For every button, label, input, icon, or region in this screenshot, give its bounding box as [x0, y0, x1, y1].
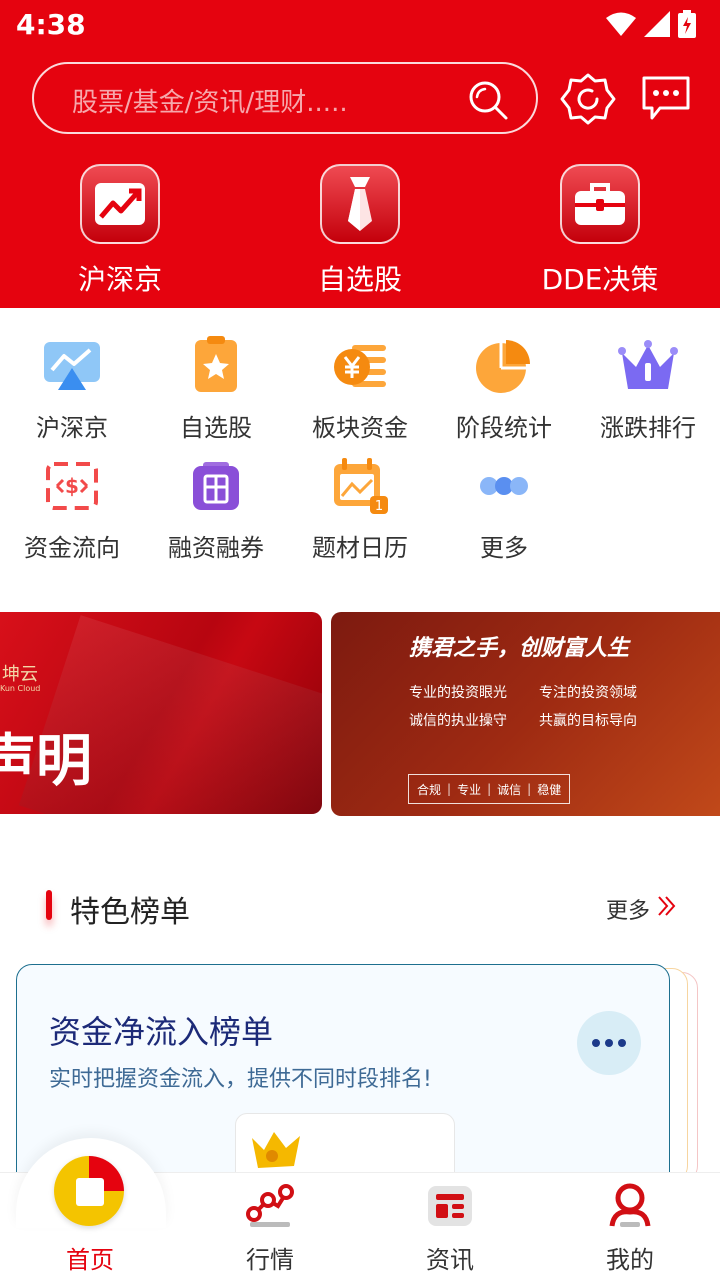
line-chart-icon — [42, 336, 102, 396]
grid-item-ranking[interactable]: 涨跌排行 — [576, 336, 720, 443]
grid-label: 涨跌排行 — [600, 414, 696, 442]
top-nav-label: 自选股 — [317, 263, 402, 296]
section-accent-bar — [46, 890, 52, 920]
banner-slogan-line: 专注的投资领域 — [539, 685, 637, 701]
search-placeholder: 股票/基金/资讯/理财..... — [72, 88, 348, 118]
status-bar: 4:38 — [0, 0, 720, 50]
money-flow-icon: $ — [42, 456, 102, 516]
banner-tag: 稳健 — [537, 782, 562, 797]
message-icon[interactable] — [640, 74, 692, 122]
margin-icon — [186, 456, 246, 516]
grid-label: 题材日历 — [312, 534, 408, 562]
banner-slogan-line: 共赢的目标导向 — [539, 713, 637, 729]
tab-mine-label: 我的 — [606, 1246, 654, 1274]
signal-icon — [644, 11, 670, 37]
grid-item-more[interactable]: 更多 — [432, 456, 576, 563]
banner-tag: 专业 — [457, 782, 482, 797]
tab-home-label: 首页 — [66, 1246, 114, 1274]
tie-icon — [320, 164, 400, 244]
wifi-icon — [606, 12, 636, 36]
banner-slogan[interactable]: 携君之手，创财富人生 专业的投资眼光 专注的投资领域 诚信的执业操守 共赢的目标… — [331, 612, 720, 816]
grid-label: 沪深京 — [36, 414, 108, 442]
banner-title: 声明 — [0, 728, 92, 794]
top-nav-label: 沪深京 — [77, 263, 162, 296]
tab-mine[interactable]: 我的 — [540, 1172, 720, 1280]
banner-tag: 合规 — [417, 782, 442, 797]
grid-label: 自选股 — [180, 414, 252, 442]
grid-item-hushenjing[interactable]: 沪深京 — [0, 336, 144, 443]
banner-slogan-line: 诚信的执业操守 — [409, 713, 507, 729]
card-more-button[interactable] — [577, 1011, 641, 1075]
grid-label: 融资融券 — [168, 534, 264, 562]
banner-tag: 诚信 — [497, 782, 522, 797]
grid-item-money-flow[interactable]: $ 资金流向 — [0, 456, 144, 563]
banner-brand-en: Kun Cloud — [0, 684, 41, 693]
double-chevron-right-icon[interactable] — [656, 894, 676, 918]
crown-icon — [618, 336, 678, 396]
card-subtitle: 实时把握资金流入，提供不同时段排名! — [49, 1067, 432, 1092]
chart-up-icon — [80, 164, 160, 244]
dot — [605, 1039, 613, 1047]
grid-label: 更多 — [480, 534, 528, 562]
grid-label: 资金流向 — [24, 534, 120, 562]
user-icon — [609, 1183, 651, 1227]
status-time: 4:38 — [16, 8, 86, 41]
top-nav-watchlist[interactable]: 自选股 — [280, 164, 440, 298]
grid-item-margin[interactable]: 融资融券 — [144, 456, 288, 563]
grid-label: 阶段统计 — [456, 414, 552, 442]
calendar-icon: 1 — [330, 456, 390, 516]
briefcase-icon — [560, 164, 640, 244]
tab-news[interactable]: 资讯 — [360, 1172, 540, 1280]
banner-tags: 合规 | 专业 | 诚信 | 稳健 — [408, 774, 571, 804]
battery-icon — [678, 10, 696, 38]
grid-item-watchlist[interactable]: 自选股 — [144, 336, 288, 443]
svg-text:1: 1 — [375, 499, 383, 514]
pie-chart-icon — [474, 336, 534, 396]
banner-slogan-title: 携君之手，创财富人生 — [409, 636, 630, 661]
news-icon — [428, 1186, 472, 1226]
market-icon — [246, 1184, 294, 1227]
top-nav-hushenjing[interactable]: 沪深京 — [40, 164, 200, 298]
more-dots-icon — [474, 456, 534, 516]
svg-text:$: $ — [65, 474, 79, 498]
banner-slogan-line: 专业的投资眼光 — [409, 685, 507, 701]
banner-brand: 坤云 — [2, 664, 38, 685]
gold-crown-icon — [252, 1132, 300, 1168]
grid-item-stage-stats[interactable]: 阶段统计 — [432, 336, 576, 443]
card-title: 资金净流入榜单 — [49, 1013, 274, 1051]
star-bookmark-icon — [186, 336, 246, 396]
grid-item-theme-calendar[interactable]: 1 题材日历 — [288, 456, 432, 563]
tab-news-label: 资讯 — [426, 1246, 474, 1274]
search-input[interactable]: 股票/基金/资讯/理财..... — [32, 62, 538, 134]
banner-statement[interactable]: 坤云 Kun Cloud 声明 — [0, 612, 322, 814]
grid-item-sector-funds[interactable]: 板块资金 — [288, 336, 432, 443]
tab-market[interactable]: 行情 — [180, 1172, 360, 1280]
grid-label: 板块资金 — [312, 414, 408, 442]
status-icons — [606, 10, 696, 38]
top-nav: 沪深京 自选股 DDE决策 — [0, 164, 720, 296]
top-nav-label: DDE决策 — [541, 263, 659, 296]
settings-icon[interactable] — [560, 72, 616, 126]
dot — [592, 1039, 600, 1047]
header: 4:38 股票/基金/资讯/理财..... 沪深京 自选股 DDE决策 — [0, 0, 720, 308]
search-icon[interactable] — [466, 78, 510, 122]
dot — [618, 1039, 626, 1047]
home-screen: 4:38 股票/基金/资讯/理财..... 沪深京 自选股 DDE决策 沪深京 … — [0, 0, 720, 1280]
section-more-link[interactable]: 更多 — [606, 893, 650, 925]
section-title: 特色榜单 — [70, 895, 190, 930]
yen-coin-icon — [330, 336, 390, 396]
top-nav-dde[interactable]: DDE决策 — [520, 164, 680, 298]
tab-market-label: 行情 — [246, 1246, 294, 1274]
home-logo-icon[interactable] — [54, 1156, 124, 1226]
